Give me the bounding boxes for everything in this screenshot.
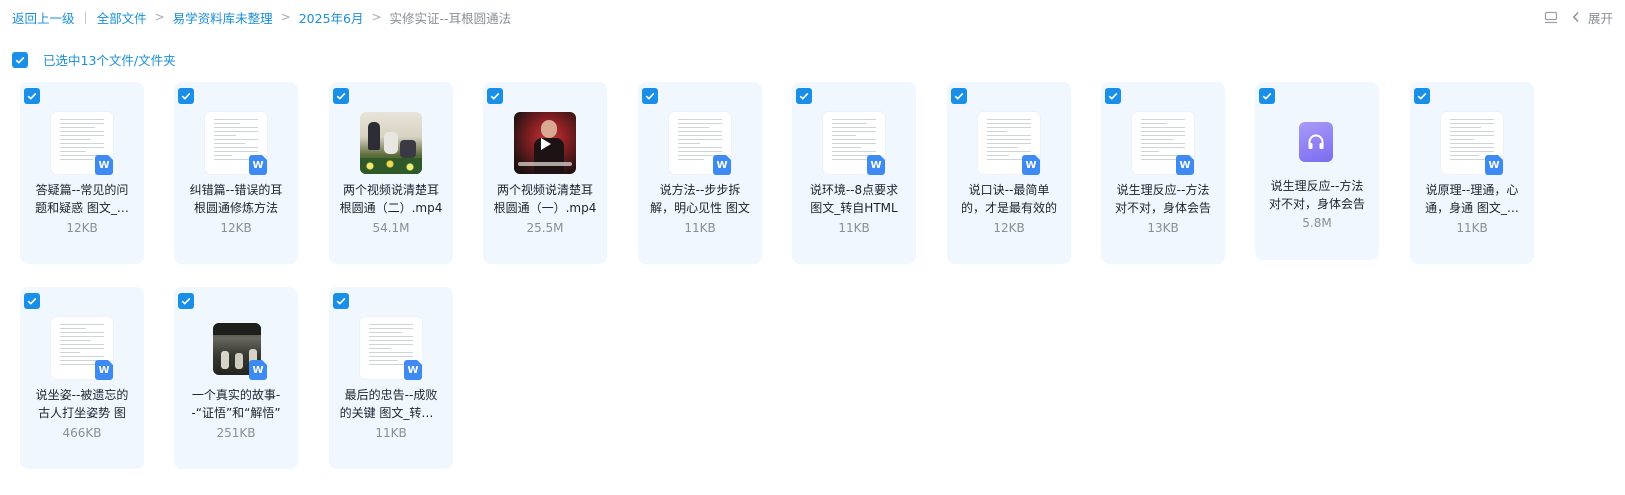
file-checkbox[interactable] bbox=[178, 88, 194, 104]
check-icon bbox=[1262, 92, 1272, 100]
breadcrumb: 返回上一级 | 全部文件 > 易学资料库未整理 > 2025年6月 > 实修实证… bbox=[12, 6, 511, 28]
file-checkbox[interactable] bbox=[1259, 88, 1275, 104]
check-icon bbox=[1108, 92, 1118, 100]
file-size: 13KB bbox=[1147, 221, 1179, 235]
check-icon bbox=[181, 297, 191, 305]
file-card[interactable]: W 纠错篇--错误的耳根圆通修炼方法 12KB bbox=[174, 82, 298, 264]
select-all-checkbox[interactable] bbox=[12, 51, 28, 68]
file-card[interactable]: W 说方法--步步拆解，明心见性 图文 11KB bbox=[638, 82, 762, 264]
file-name: 说口诀--最简单的，才是最有效的 bbox=[960, 183, 1057, 215]
file-card[interactable]: W 一个真实的故事--“证悟”和“解悟” 251KB bbox=[174, 287, 298, 469]
file-checkbox[interactable] bbox=[487, 88, 503, 104]
word-doc-icon: W bbox=[1022, 155, 1040, 175]
word-doc-icon: W bbox=[713, 155, 731, 175]
file-card[interactable]: 两个视频说清楚耳根圆通（一）.mp4 25.5M bbox=[483, 82, 607, 264]
layout-icon[interactable] bbox=[1544, 11, 1558, 24]
file-size: 11KB bbox=[375, 426, 407, 440]
file-card[interactable]: W 最后的忠告--成败的关键 图文_转自HTML 11KB bbox=[329, 287, 453, 469]
check-icon bbox=[27, 297, 37, 305]
file-checkbox[interactable] bbox=[1105, 88, 1121, 104]
check-icon bbox=[645, 92, 655, 100]
file-checkbox[interactable] bbox=[333, 88, 349, 104]
check-icon bbox=[336, 92, 346, 100]
check-icon bbox=[27, 92, 37, 100]
selection-count: 已选中13个文件/文件夹 bbox=[43, 53, 176, 68]
breadcrumb-current: 实修实证--耳根圆通法 bbox=[389, 10, 512, 26]
breadcrumb-folder-1[interactable]: 易学资料库未整理 bbox=[173, 8, 273, 27]
file-size: 12KB bbox=[993, 221, 1025, 235]
check-icon bbox=[181, 92, 191, 100]
check-icon bbox=[1417, 92, 1427, 100]
file-checkbox[interactable] bbox=[333, 293, 349, 309]
file-size: 11KB bbox=[1456, 221, 1488, 235]
file-card[interactable]: W 答疑篇--常见的问题和疑惑 图文_转自HTML 12KB bbox=[20, 82, 144, 264]
file-name: 两个视频说清楚耳根圆通（一）.mp4 bbox=[493, 183, 597, 215]
select-all: 已选中13个文件/文件夹 bbox=[12, 50, 176, 69]
file-name: 说生理反应--方法对不对，身体会告 bbox=[1268, 179, 1365, 211]
breadcrumb-arrow: > bbox=[154, 10, 165, 24]
file-card[interactable]: W 说生理反应--方法对不对，身体会告 13KB bbox=[1101, 82, 1225, 264]
file-checkbox[interactable] bbox=[796, 88, 812, 104]
file-card[interactable]: W 说环境--8点要求 图文_转自HTML 11KB bbox=[792, 82, 916, 264]
file-name: 说原理--理通，心通，身通 图文_转自HTML bbox=[1425, 183, 1519, 215]
file-checkbox[interactable] bbox=[951, 88, 967, 104]
file-name: 答疑篇--常见的问题和疑惑 图文_转自HTML bbox=[35, 183, 129, 215]
file-size: 466KB bbox=[62, 426, 102, 440]
check-icon bbox=[15, 56, 25, 64]
file-card[interactable]: 两个视频说清楚耳根圆通（二）.mp4 54.1M bbox=[329, 82, 453, 264]
expand-button[interactable]: 展开 bbox=[1572, 8, 1613, 27]
video-thumbnail bbox=[514, 112, 576, 174]
audio-thumbnail bbox=[1299, 122, 1333, 162]
file-card[interactable]: 说生理反应--方法对不对，身体会告 5.8M bbox=[1255, 82, 1379, 260]
video-thumbnail bbox=[360, 112, 422, 174]
word-doc-icon: W bbox=[1176, 155, 1194, 175]
file-card[interactable]: W 说口诀--最简单的，才是最有效的 12KB bbox=[947, 82, 1071, 264]
file-size: 11KB bbox=[838, 221, 870, 235]
chevron-left-icon bbox=[1572, 11, 1580, 23]
file-checkbox[interactable] bbox=[24, 293, 40, 309]
file-name: 两个视频说清楚耳根圆通（二）.mp4 bbox=[339, 183, 443, 215]
headphones-icon bbox=[1308, 134, 1324, 149]
word-doc-icon: W bbox=[1485, 155, 1503, 175]
file-name: 说环境--8点要求 图文_转自HTML bbox=[809, 183, 899, 215]
breadcrumb-divider: | bbox=[83, 10, 88, 24]
file-checkbox[interactable] bbox=[178, 293, 194, 309]
file-card[interactable]: W 说原理--理通，心通，身通 图文_转自HTML 11KB bbox=[1410, 82, 1534, 264]
file-checkbox[interactable] bbox=[642, 88, 658, 104]
file-checkbox[interactable] bbox=[1414, 88, 1430, 104]
toolbar-right: 展开 bbox=[1544, 6, 1613, 28]
file-size: 11KB bbox=[684, 221, 716, 235]
back-link[interactable]: 返回上一级 bbox=[12, 8, 75, 27]
breadcrumb-all-files[interactable]: 全部文件 bbox=[97, 8, 147, 27]
word-doc-icon: W bbox=[867, 155, 885, 175]
file-name: 纠错篇--错误的耳根圆通修炼方法 bbox=[189, 183, 283, 215]
file-name: 最后的忠告--成败的关键 图文_转自HTML bbox=[339, 388, 443, 420]
word-doc-icon: W bbox=[95, 360, 113, 380]
file-card[interactable]: W 说坐姿--被遗忘的古人打坐姿势 图 466KB bbox=[20, 287, 144, 469]
file-size: 5.8M bbox=[1302, 216, 1332, 230]
breadcrumb-arrow: > bbox=[371, 10, 382, 24]
word-doc-icon: W bbox=[95, 155, 113, 175]
file-size: 54.1M bbox=[372, 221, 410, 235]
breadcrumb-arrow: > bbox=[280, 10, 291, 24]
file-name: 说坐姿--被遗忘的古人打坐姿势 图 bbox=[35, 388, 129, 420]
file-size: 25.5M bbox=[526, 221, 564, 235]
play-icon bbox=[541, 138, 551, 150]
expand-label: 展开 bbox=[1587, 10, 1613, 26]
breadcrumb-folder-2[interactable]: 2025年6月 bbox=[299, 8, 364, 27]
word-doc-icon: W bbox=[404, 360, 422, 380]
check-icon bbox=[954, 92, 964, 100]
file-name: 说方法--步步拆解，明心见性 图文 bbox=[650, 183, 750, 215]
word-doc-icon: W bbox=[249, 360, 267, 380]
check-icon bbox=[490, 92, 500, 100]
check-icon bbox=[799, 92, 809, 100]
file-checkbox[interactable] bbox=[24, 88, 40, 104]
file-size: 12KB bbox=[66, 221, 98, 235]
file-name: 一个真实的故事--“证悟”和“解悟” bbox=[191, 388, 281, 420]
file-name: 说生理反应--方法对不对，身体会告 bbox=[1114, 183, 1211, 215]
word-doc-icon: W bbox=[249, 155, 267, 175]
check-icon bbox=[336, 297, 346, 305]
file-size: 251KB bbox=[216, 426, 256, 440]
file-size: 12KB bbox=[220, 221, 252, 235]
